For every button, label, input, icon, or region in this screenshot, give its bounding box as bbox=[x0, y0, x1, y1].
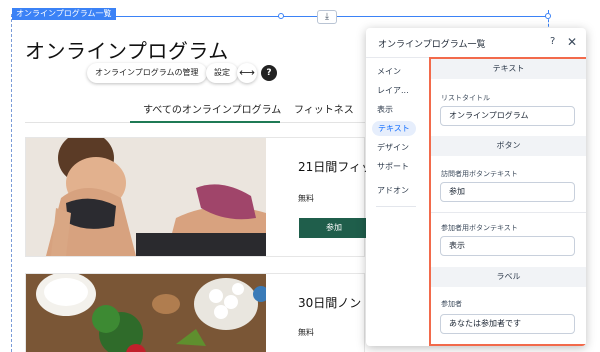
page-title: オンラインプログラム bbox=[25, 39, 229, 63]
visitor-button-input[interactable]: 参加 bbox=[440, 182, 575, 202]
program-image-food bbox=[26, 274, 266, 352]
nav-display[interactable]: 表示 bbox=[377, 104, 393, 115]
join-button[interactable]: 参加 bbox=[299, 218, 369, 238]
nav-text[interactable]: テキスト bbox=[372, 121, 416, 136]
participant-button-input[interactable]: 表示 bbox=[440, 236, 575, 256]
selection-tag[interactable]: オンラインプログラム一覧 bbox=[12, 8, 116, 20]
section-guide-line bbox=[11, 14, 12, 352]
nav-divider bbox=[376, 206, 416, 207]
list-title-label: リストタイトル bbox=[441, 94, 490, 102]
active-tab-indicator bbox=[130, 121, 280, 123]
program-card[interactable]: 21日間フィッ 無料 参加 bbox=[25, 137, 373, 257]
section-header-button: ボタン bbox=[431, 136, 586, 156]
settings-panel: オンラインプログラム一覧 ? ✕ メイン レイア... 表示 テキスト デザイン… bbox=[366, 28, 586, 346]
tab-all-programs[interactable]: すべてのオンラインプログラム bbox=[143, 101, 281, 116]
program-title[interactable]: 30日間ノン bbox=[298, 294, 361, 311]
panel-nav: メイン レイア... 表示 テキスト デザイン サポート アドオン bbox=[366, 58, 428, 346]
manage-programs-button[interactable]: オンラインプログラムの管理 bbox=[87, 63, 207, 83]
nav-addons[interactable]: アドオン bbox=[377, 185, 409, 196]
panel-header: オンラインプログラム一覧 ? ✕ bbox=[366, 28, 586, 58]
stretch-icon[interactable]: ⟷ bbox=[237, 63, 257, 83]
program-price: 無料 bbox=[298, 328, 314, 337]
resize-handle[interactable] bbox=[278, 13, 284, 19]
program-image-fitness bbox=[26, 138, 266, 256]
program-card[interactable]: 30日間ノン 無料 bbox=[25, 273, 365, 352]
nav-design[interactable]: デザイン bbox=[377, 142, 409, 153]
list-title-input[interactable]: オンラインプログラム bbox=[440, 106, 575, 126]
text-settings-content: テキスト リストタイトル オンラインプログラム ボタン 訪問者用ボタンテキスト … bbox=[429, 57, 586, 346]
settings-button[interactable]: 設定 bbox=[206, 63, 238, 83]
program-title[interactable]: 21日間フィッ bbox=[298, 158, 373, 175]
visitor-button-label: 訪問者用ボタンテキスト bbox=[441, 170, 518, 178]
tab-fitness[interactable]: フィットネス bbox=[294, 101, 354, 116]
nav-support[interactable]: サポート bbox=[377, 161, 409, 172]
nav-main[interactable]: メイン bbox=[377, 66, 401, 77]
participant-button-label: 参加者用ボタンテキスト bbox=[441, 224, 518, 232]
nav-layout[interactable]: レイア... bbox=[377, 85, 409, 96]
field-divider bbox=[431, 212, 586, 213]
panel-title: オンラインプログラム一覧 bbox=[378, 40, 486, 50]
section-header-label: ラベル bbox=[431, 267, 586, 287]
participant-label: 参加者 bbox=[441, 300, 462, 308]
help-icon[interactable]: ? bbox=[261, 65, 277, 81]
anchor-icon[interactable]: ⤓ bbox=[317, 10, 337, 24]
participant-label-input[interactable]: あなたは参加者です bbox=[440, 314, 575, 334]
close-icon[interactable]: ✕ bbox=[567, 35, 577, 49]
program-price: 無料 bbox=[298, 194, 314, 203]
help-icon[interactable]: ? bbox=[550, 36, 555, 47]
resize-handle[interactable] bbox=[545, 13, 551, 19]
section-header-text: テキスト bbox=[431, 59, 586, 79]
